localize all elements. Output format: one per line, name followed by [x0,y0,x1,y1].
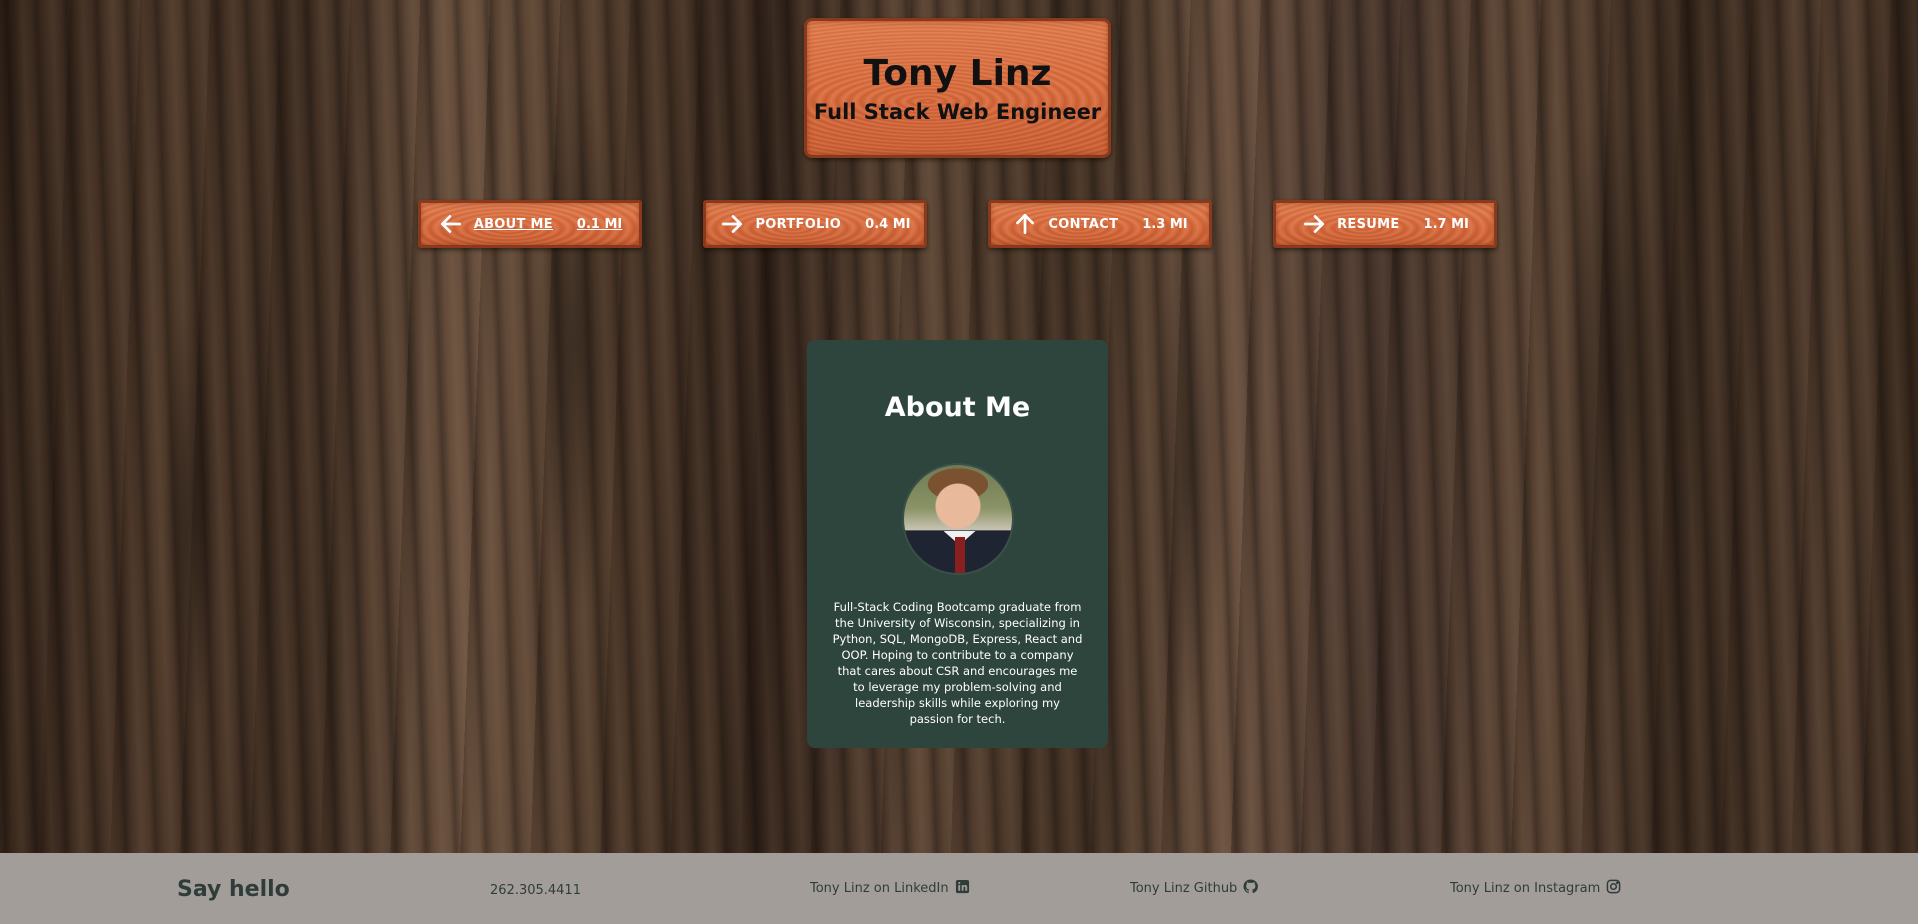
phone-number: 262.305.4411 [490,883,581,898]
header-sign: Tony Linz Full Stack Web Engineer [804,18,1111,158]
phone-number-text: 262.305.4411 [490,883,581,898]
instagram-link[interactable]: Tony Linz on Instagram [1450,879,1621,898]
arrow-up-icon [1012,211,1038,237]
nav-contact-distance: 1.3 MI [1142,216,1188,232]
github-link[interactable]: Tony Linz Github [1130,879,1259,898]
say-hello-heading: Say hello [177,877,290,902]
arrow-right-icon [719,211,745,237]
footer: Say hello 262.305.4411 Tony Linz on Link… [0,853,1918,924]
nav-portfolio-distance: 0.4 MI [865,216,911,232]
arrow-right-icon [1301,211,1327,237]
nav-about-me-label: ABOUT ME [473,216,553,232]
site-owner-role: Full Stack Web Engineer [813,99,1102,124]
nav-portfolio[interactable]: PORTFOLIO 0.4 MI [703,200,927,248]
about-me-bio: Full-Stack Coding Bootcamp graduate from… [832,600,1083,726]
nav-about-me-distance: 0.1 MI [576,216,623,232]
avatar [901,463,1014,575]
nav-contact-label: CONTACT [1048,216,1119,232]
nav-about-me[interactable]: ABOUT ME 0.1 MI [418,200,642,248]
nav-resume-label: RESUME [1337,216,1400,232]
instagram-icon [1606,879,1621,898]
nav-resume-distance: 1.7 MI [1423,216,1469,232]
linkedin-link-text: Tony Linz on LinkedIn [810,881,949,896]
site-owner-name: Tony Linz [863,52,1052,94]
nav-resume[interactable]: RESUME 1.7 MI [1273,200,1497,248]
linkedin-link[interactable]: Tony Linz on LinkedIn [810,879,970,898]
about-me-title: About Me [884,392,1031,423]
github-icon [1243,879,1259,898]
instagram-link-text: Tony Linz on Instagram [1450,881,1601,896]
github-link-text: Tony Linz Github [1130,881,1238,896]
nav-contact[interactable]: CONTACT 1.3 MI [988,200,1212,248]
linkedin-icon [955,879,970,898]
nav-portfolio-label: PORTFOLIO [755,216,842,232]
arrow-left-icon [438,211,464,237]
avatar-tie [954,537,965,573]
about-me-card: About Me Full-Stack Coding Bootcamp grad… [807,340,1108,748]
